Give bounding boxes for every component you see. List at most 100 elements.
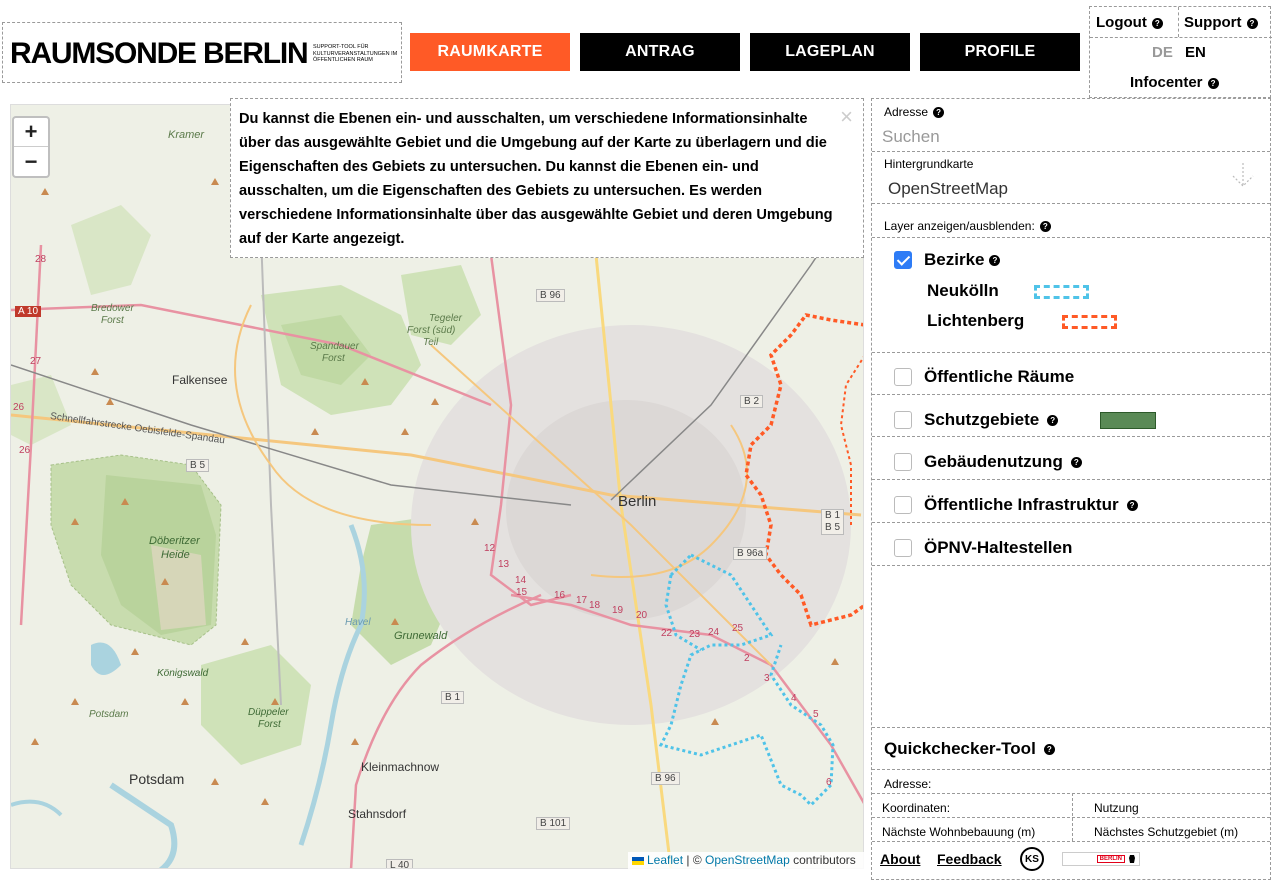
nav-profile[interactable]: PROFILE: [920, 33, 1080, 71]
map-label: Potsdam: [129, 771, 185, 787]
address-search-input[interactable]: Suchen: [882, 127, 940, 147]
layer-oeffentliche-infrastruktur[interactable]: Öffentliche Infrastruktur?: [894, 495, 1138, 515]
divider: [872, 237, 1270, 238]
info-text: Du kannst die Ebenen ein- und ausschalte…: [239, 111, 833, 247]
help-icon[interactable]: ?: [1207, 77, 1219, 89]
account-menu: Logout? Support? DE EN Infocenter?: [1089, 6, 1272, 98]
qc-address-label: Adresse:: [884, 777, 932, 791]
route-number: 12: [484, 543, 496, 554]
neukoelln-swatch: [1034, 285, 1089, 299]
basemap-label: Hintergrundkarte: [884, 157, 974, 171]
checkbox[interactable]: [894, 368, 912, 386]
osm-link[interactable]: OpenStreetMap: [705, 853, 790, 867]
help-icon[interactable]: ?: [1126, 499, 1138, 511]
infocenter-link[interactable]: Infocenter?: [1130, 74, 1219, 91]
layer-label: Schutzgebiete: [924, 410, 1040, 429]
feedback-link[interactable]: Feedback: [937, 851, 1002, 867]
divider: [872, 793, 1270, 794]
help-icon[interactable]: ?: [1039, 221, 1051, 233]
checkbox[interactable]: [894, 539, 912, 557]
lichtenberg-swatch: [1062, 315, 1117, 329]
logo[interactable]: RAUMSONDE BERLIN SUPPORT-TOOL FÜR KULTUR…: [2, 22, 402, 83]
help-icon[interactable]: ?: [989, 254, 1001, 266]
route-number: 25: [732, 623, 744, 634]
qc-nearest-protected-label: Nächstes Schutzgebiet (m): [1094, 825, 1239, 839]
route-number: 15: [516, 587, 528, 598]
divider: [1090, 37, 1272, 38]
support-label: Support: [1184, 14, 1242, 31]
attribution-copyright: ©: [692, 853, 702, 867]
map-label: Heide: [161, 549, 190, 561]
map-label: Havel: [345, 617, 371, 628]
nav-raumkarte[interactable]: RAUMKARTE: [410, 33, 570, 71]
close-icon[interactable]: ×: [840, 106, 853, 128]
divider: [872, 522, 1270, 523]
route-number: 16: [554, 590, 566, 601]
support-link[interactable]: Support?: [1184, 14, 1258, 31]
road-shield-line: B 1: [825, 510, 841, 521]
road-shield: B 5: [186, 459, 210, 472]
checkbox[interactable]: [894, 411, 912, 429]
road-shield: L 40: [386, 859, 414, 868]
basemap-select[interactable]: OpenStreetMap: [888, 179, 1008, 199]
route-number: 3: [764, 673, 770, 684]
map-label: Döberitzer: [149, 535, 200, 547]
layer-gebaeudenutzung[interactable]: Gebäudenutzung?: [894, 452, 1082, 472]
map-label: Forst (süd): [407, 325, 456, 336]
road-shield: B 101: [536, 817, 571, 830]
nav-antrag[interactable]: ANTRAG: [580, 33, 740, 71]
divider: [872, 727, 1270, 728]
map-label: Grunewald: [394, 630, 448, 642]
infocenter-label: Infocenter: [1130, 74, 1203, 91]
lang-en[interactable]: EN: [1185, 44, 1206, 61]
leaflet-link[interactable]: Leaflet: [647, 853, 683, 867]
logout-link[interactable]: Logout?: [1096, 14, 1163, 31]
help-icon[interactable]: ?: [1246, 17, 1258, 29]
address-label-text: Adresse: [884, 105, 929, 119]
about-link[interactable]: About: [880, 851, 920, 867]
help-icon[interactable]: ?: [1070, 456, 1082, 468]
layer-oeffentliche-raeume[interactable]: Öffentliche Räume: [894, 367, 1074, 387]
district-neukoelln: Neukölln: [927, 281, 999, 300]
road-shield: B 1: [441, 691, 465, 704]
help-icon[interactable]: ?: [933, 107, 945, 119]
map-label: Forst: [258, 719, 281, 730]
road-shield: B 1B 5: [821, 509, 845, 535]
zoom-out-button[interactable]: −: [14, 147, 48, 176]
layer-bezirke[interactable]: Bezirke?: [894, 250, 1001, 270]
route-number: 17: [576, 595, 588, 606]
divider: [872, 352, 1270, 353]
layer-oepnv-haltestellen[interactable]: ÖPNV-Haltestellen: [894, 538, 1072, 558]
help-icon[interactable]: ?: [1151, 17, 1163, 29]
quickchecker-title-text: Quickchecker-Tool: [884, 739, 1036, 758]
route-number: 2: [744, 653, 750, 664]
map-label: Berlin: [618, 493, 657, 510]
help-icon[interactable]: ?: [1047, 414, 1059, 426]
divider: [872, 203, 1270, 204]
layer-label: Bezirke: [924, 250, 985, 269]
zoom-in-button[interactable]: +: [14, 118, 48, 147]
attribution-suffix: contributors: [793, 853, 856, 867]
route-number: 5: [813, 709, 819, 720]
layer-label: Gebäudenutzung: [924, 452, 1063, 471]
checkbox[interactable]: [894, 496, 912, 514]
schutzgebiete-swatch: [1100, 412, 1156, 429]
chevron-down-icon[interactable]: [1230, 161, 1256, 189]
checkbox[interactable]: [894, 453, 912, 471]
help-icon[interactable]: ?: [1043, 744, 1055, 756]
lang-de[interactable]: DE: [1152, 44, 1173, 61]
attribution-separator: |: [686, 853, 690, 867]
district-lichtenberg: Lichtenberg: [927, 311, 1025, 330]
checkbox[interactable]: [894, 251, 912, 269]
layer-schutzgebiete[interactable]: Schutzgebiete?: [894, 410, 1059, 430]
road-shield: B 2: [740, 395, 764, 408]
qc-usage-label: Nutzung: [1094, 801, 1139, 815]
route-number: 14: [515, 575, 527, 586]
map-label: Forst: [322, 353, 345, 364]
route-number: 27: [30, 356, 42, 367]
nav-lageplan[interactable]: LAGEPLAN: [750, 33, 910, 71]
qc-nearest-housing-label: Nächste Wohnbebauung (m): [882, 825, 1036, 839]
map-label: Forst: [101, 315, 124, 326]
divider: [872, 841, 1270, 842]
route-number: 23: [689, 629, 701, 640]
